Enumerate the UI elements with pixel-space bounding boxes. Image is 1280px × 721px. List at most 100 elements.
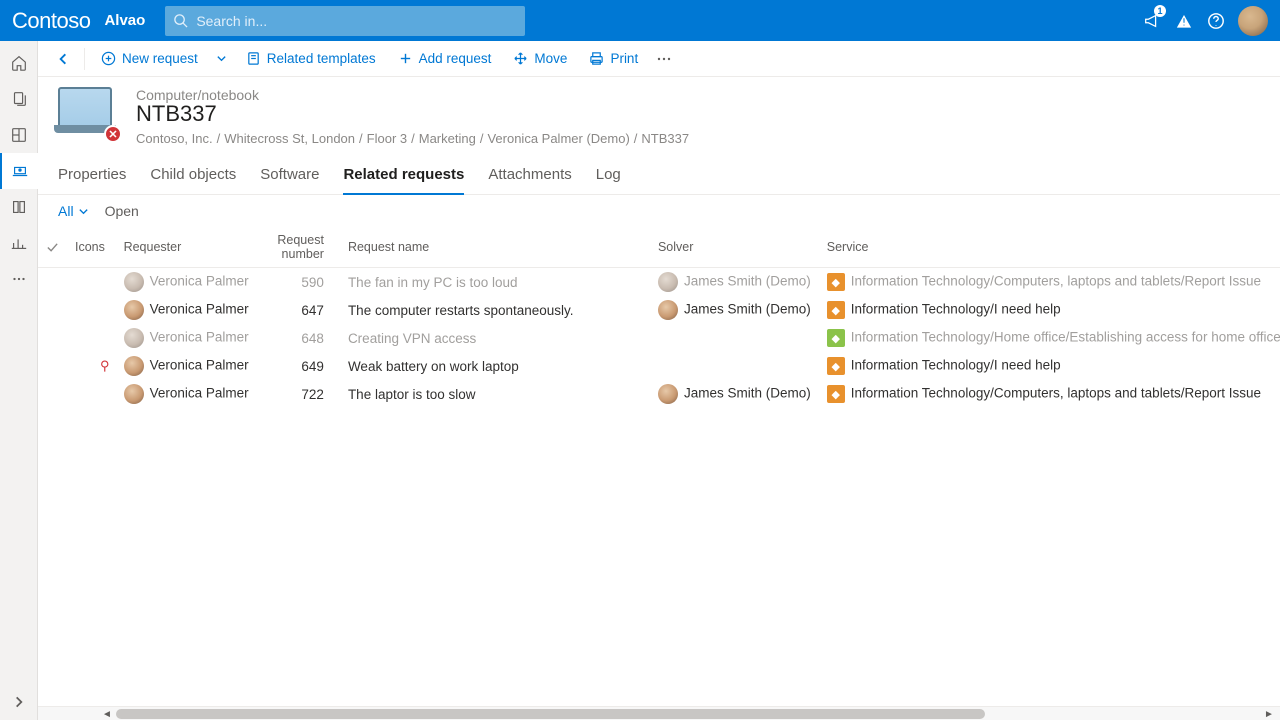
nav-copy[interactable]: [0, 81, 38, 117]
alert-button[interactable]: [1168, 1, 1200, 41]
requester-avatar: [124, 300, 144, 320]
solver-avatar: [658, 384, 678, 404]
scroll-right-arrow[interactable]: ►: [1262, 707, 1276, 721]
related-templates-button[interactable]: Related templates: [236, 44, 386, 74]
breadcrumb-link[interactable]: Marketing: [419, 131, 476, 146]
service-name: Information Technology/Home office/Estab…: [851, 330, 1280, 345]
table-row[interactable]: Veronica Palmer722The laptor is too slow…: [38, 380, 1280, 408]
search-icon: [173, 13, 188, 28]
object-name: NTB337: [136, 101, 689, 127]
filter-all-label: All: [58, 203, 74, 219]
more-horizontal-icon: [656, 51, 672, 67]
col-requester[interactable]: Requester: [116, 227, 257, 268]
help-icon: [1207, 12, 1225, 30]
new-request-split[interactable]: [210, 53, 234, 64]
overflow-button[interactable]: [650, 44, 678, 74]
scrollbar-thumb[interactable]: [116, 709, 985, 719]
more-icon: [10, 270, 28, 288]
col-request-number[interactable]: Request number: [257, 227, 340, 268]
request-number: 590: [257, 268, 340, 297]
tab-properties[interactable]: Properties: [58, 158, 126, 194]
breadcrumb-link[interactable]: Veronica Palmer (Demo): [487, 131, 629, 146]
add-request-button[interactable]: Add request: [388, 44, 502, 74]
service-icon: ◆: [827, 357, 845, 375]
notification-badge: 1: [1154, 5, 1166, 17]
table-row[interactable]: Veronica Palmer647The computer restarts …: [38, 296, 1280, 324]
nav-board[interactable]: [0, 117, 38, 153]
requester-avatar: [124, 356, 144, 376]
search-input[interactable]: [196, 13, 517, 29]
table-row[interactable]: Veronica Palmer648Creating VPN access◆In…: [38, 324, 1280, 352]
table-row[interactable]: Veronica Palmer590The fan in my PC is to…: [38, 268, 1280, 297]
col-request-name[interactable]: Request name: [340, 227, 650, 268]
solver-name: James Smith (Demo): [684, 386, 811, 401]
main-panel: New request Related templates Add reques…: [38, 41, 1280, 720]
new-request-label: New request: [122, 51, 198, 66]
add-request-label: Add request: [419, 51, 492, 66]
megaphone-button[interactable]: 1: [1136, 1, 1168, 41]
nav-home[interactable]: [0, 45, 38, 81]
col-solver[interactable]: Solver: [650, 227, 819, 268]
tab-bar: Properties Child objects Software Related r…: [38, 158, 1280, 195]
org-logo: Contoso: [12, 8, 90, 34]
tab-child-objects[interactable]: Child objects: [150, 158, 236, 194]
chevron-right-icon: [12, 695, 26, 709]
request-number: 722: [257, 380, 340, 408]
col-select[interactable]: [38, 227, 67, 268]
filter-bar: All Open: [38, 195, 1280, 227]
nav-assets[interactable]: [0, 153, 38, 189]
horizontal-scrollbar[interactable]: ◄ ►: [38, 706, 1280, 720]
check-icon: [46, 241, 59, 254]
breadcrumb: Contoso, Inc./Whitecross St, London/Floo…: [136, 131, 689, 146]
command-bar: New request Related templates Add reques…: [38, 41, 1280, 77]
user-avatar[interactable]: [1238, 6, 1268, 36]
copy-icon: [10, 90, 28, 108]
object-header: ✕ Computer/notebook NTB337 Contoso, Inc.…: [38, 77, 1280, 152]
new-request-button[interactable]: New request: [91, 44, 208, 74]
laptop-icon: [58, 87, 112, 127]
person-alert-icon: ⚲: [100, 358, 110, 373]
request-name: The computer restarts spontaneously.: [340, 296, 650, 324]
move-button[interactable]: Move: [503, 44, 577, 74]
board-icon: [10, 126, 28, 144]
breadcrumb-link: NTB337: [641, 131, 689, 146]
col-icons[interactable]: Icons: [67, 227, 116, 268]
breadcrumb-link[interactable]: Contoso, Inc.: [136, 131, 213, 146]
warning-icon: [1175, 12, 1193, 30]
requester-name: Veronica Palmer: [150, 330, 249, 345]
nav-more[interactable]: [0, 261, 38, 297]
plus-circle-icon: [101, 51, 116, 66]
nav-library[interactable]: [0, 189, 38, 225]
service-name: Information Technology/I need help: [851, 358, 1061, 373]
breadcrumb-link[interactable]: Floor 3: [367, 131, 407, 146]
filter-open[interactable]: Open: [105, 203, 139, 219]
tab-software[interactable]: Software: [260, 158, 319, 194]
nav-expand[interactable]: [0, 684, 38, 720]
request-name: The laptor is too slow: [340, 380, 650, 408]
table-row[interactable]: ⚲Veronica Palmer649Weak battery on work …: [38, 352, 1280, 380]
col-service[interactable]: Service: [819, 227, 1280, 268]
chevron-left-icon: [56, 52, 70, 66]
tab-attachments[interactable]: Attachments: [488, 158, 571, 194]
filter-all[interactable]: All: [58, 203, 89, 219]
service-name: Information Technology/Computers, laptop…: [851, 386, 1261, 401]
app-name: Alvao: [104, 12, 145, 29]
request-number: 648: [257, 324, 340, 352]
breadcrumb-link[interactable]: Whitecross St, London: [224, 131, 355, 146]
tab-log[interactable]: Log: [596, 158, 621, 194]
print-button[interactable]: Print: [579, 44, 648, 74]
back-button[interactable]: [48, 44, 78, 74]
search-box[interactable]: [165, 6, 525, 36]
top-bar: Contoso Alvao 1: [0, 0, 1280, 41]
filter-open-label: Open: [105, 203, 139, 219]
related-templates-label: Related templates: [267, 51, 376, 66]
scroll-left-arrow[interactable]: ◄: [100, 707, 114, 721]
tab-related-requests[interactable]: Related requests: [343, 158, 464, 195]
solver-avatar: [658, 272, 678, 292]
requester-avatar: [124, 272, 144, 292]
request-name: The fan in my PC is too loud: [340, 268, 650, 297]
service-name: Information Technology/I need help: [851, 302, 1061, 317]
help-button[interactable]: [1200, 1, 1232, 41]
error-badge-icon: ✕: [104, 125, 122, 143]
nav-reports[interactable]: [0, 225, 38, 261]
